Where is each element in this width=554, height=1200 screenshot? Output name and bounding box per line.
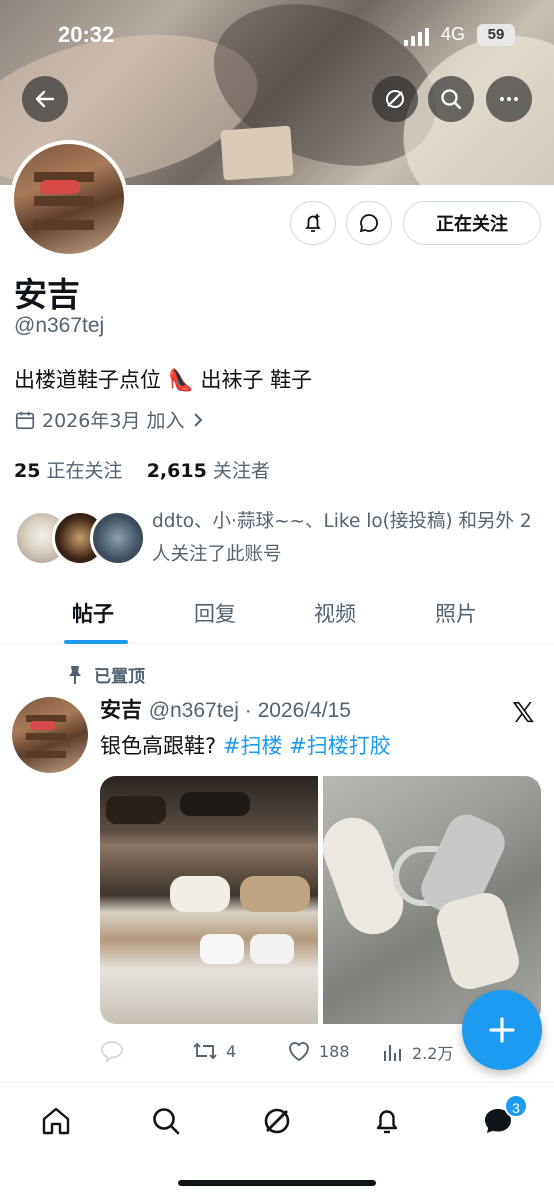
- mutual-avatar[interactable]: [90, 510, 146, 566]
- post-body: 银色高跟鞋?: [100, 734, 217, 758]
- tab-posts[interactable]: 帖子: [72, 598, 114, 628]
- calendar-icon: [15, 411, 35, 429]
- more-options-button[interactable]: [486, 76, 532, 122]
- pinned-label: 已置顶: [94, 667, 145, 687]
- profile-bio: 出楼道鞋子点位 👠 出袜子 鞋子: [14, 368, 313, 392]
- pinned-indicator: 已置顶: [66, 662, 145, 687]
- profile-avatar[interactable]: [10, 140, 128, 258]
- chevron-right-icon: [194, 412, 203, 427]
- retweet-icon: [193, 1042, 217, 1060]
- status-bar: 20:32 4G 59: [0, 18, 554, 58]
- following-stat[interactable]: 25 正在关注: [14, 460, 123, 482]
- following-label: 正在关注: [46, 460, 123, 482]
- post-image[interactable]: [100, 776, 318, 1024]
- reply-action[interactable]: [100, 1040, 124, 1062]
- nav-home[interactable]: [36, 1101, 76, 1141]
- bell-icon: [376, 1110, 398, 1134]
- like-action[interactable]: 188: [287, 1040, 350, 1062]
- status-time: 20:32: [58, 22, 115, 47]
- post-header: 安吉 @n367tej · 2026/4/15: [100, 694, 351, 724]
- post-image[interactable]: [314, 776, 541, 1024]
- mutual-followers-text[interactable]: ddto、小·蒜球~~、Like lo(接投稿) 和另外 2 人关注了此账号: [152, 505, 542, 571]
- following-count: 25: [14, 460, 41, 482]
- profile-tabs: 帖子 回复 视频 照片: [0, 586, 554, 644]
- post-author-name[interactable]: 安吉: [100, 698, 142, 722]
- pin-icon: [69, 665, 81, 684]
- messages-badge: 3: [504, 1094, 528, 1118]
- followers-label: 关注者: [212, 460, 270, 482]
- x-logo-icon: 𝕏: [512, 696, 535, 729]
- network-label: 4G: [441, 24, 466, 44]
- message-button[interactable]: [346, 201, 392, 245]
- search-button[interactable]: [428, 76, 474, 122]
- grok-icon: [264, 1108, 290, 1134]
- post-author-meta: @n367tej · 2026/4/15: [148, 699, 351, 722]
- hashtag-link[interactable]: #扫楼打胶: [289, 734, 391, 758]
- view-count: 2.2万: [412, 1044, 454, 1063]
- reply-icon: [101, 1041, 123, 1062]
- search-icon: [441, 89, 462, 110]
- grok-button[interactable]: [372, 76, 418, 122]
- plus-icon: [489, 1017, 515, 1043]
- bar-chart-icon: [384, 1045, 401, 1061]
- profile-handle: @n367tej: [14, 314, 105, 337]
- battery-indicator: 59: [477, 24, 515, 46]
- retweet-count: 4: [226, 1041, 237, 1061]
- post-author-avatar[interactable]: [12, 697, 88, 773]
- chat-bubble-icon: [359, 214, 378, 233]
- followers-count: 2,615: [146, 460, 207, 482]
- retweet-action[interactable]: 4: [192, 1040, 236, 1062]
- notifications-button[interactable]: [290, 201, 336, 245]
- nav-grok[interactable]: [257, 1101, 297, 1141]
- like-count: 188: [319, 1041, 350, 1061]
- hashtag-link[interactable]: #扫楼: [223, 734, 283, 758]
- signal-icon: [404, 28, 429, 46]
- tab-photos[interactable]: 照片: [435, 598, 477, 628]
- back-button[interactable]: [22, 76, 68, 122]
- tab-videos[interactable]: 视频: [314, 598, 356, 628]
- home-indicator: [178, 1180, 376, 1186]
- more-icon: [500, 97, 518, 101]
- follow-stats: 25 正在关注 2,615 关注者: [14, 456, 270, 483]
- post-media: [100, 776, 541, 1024]
- followers-stat[interactable]: 2,615 关注者: [147, 460, 270, 482]
- post-text: 银色高跟鞋? #扫楼 #扫楼打胶: [100, 730, 391, 760]
- following-button[interactable]: 正在关注: [403, 201, 541, 245]
- views-action[interactable]: 2.2万: [382, 1040, 453, 1064]
- compose-button[interactable]: [462, 990, 542, 1070]
- profile-name: 安吉: [14, 275, 80, 314]
- bell-plus-icon: [305, 214, 321, 232]
- active-tab-indicator: [64, 640, 128, 644]
- nav-search[interactable]: [146, 1101, 186, 1141]
- nav-notifications[interactable]: [367, 1101, 407, 1141]
- search-icon: [153, 1108, 180, 1135]
- tab-replies[interactable]: 回复: [194, 598, 236, 628]
- heart-icon: [289, 1042, 309, 1062]
- joined-label: 2026年3月 加入: [42, 410, 185, 432]
- arrow-left-icon: [35, 90, 55, 108]
- home-icon: [42, 1107, 70, 1135]
- grok-icon: [386, 90, 404, 108]
- joined-date[interactable]: 2026年3月 加入: [14, 406, 206, 433]
